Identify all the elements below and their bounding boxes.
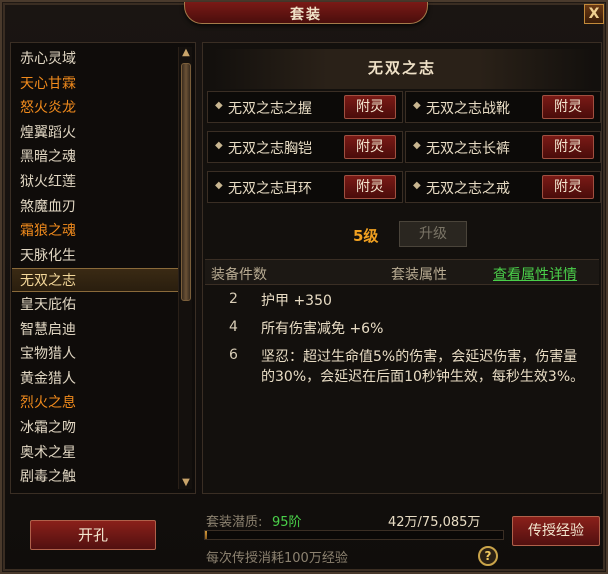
equip-piece-name: 无双之志耳环 bbox=[228, 181, 312, 197]
bonus-piece-count: 2 bbox=[229, 291, 238, 307]
set-list-item[interactable]: 皇天庇佑 bbox=[12, 293, 178, 317]
set-list-item[interactable]: 狱火红莲 bbox=[12, 170, 178, 194]
set-list-item[interactable]: 宝物猎人 bbox=[12, 342, 178, 366]
enchant-button[interactable]: 附灵 bbox=[344, 135, 396, 159]
set-window: 套装 X ▲ ▼ 赤心灵域 天心甘霖 怒火炎龙 煌翼蹈火 黑暗之魂 狱火红莲 煞魔血刃 霜狼之… bbox=[0, 0, 608, 574]
equip-piece: ◆ 无双之志之戒 附灵 bbox=[405, 171, 601, 203]
equip-piece-name: 无双之志胸铠 bbox=[228, 141, 312, 157]
equip-piece: ◆ 无双之志战靴 附灵 bbox=[405, 91, 601, 123]
window-title: 套装 bbox=[290, 7, 322, 23]
bonus-piece-count: 6 bbox=[229, 347, 238, 363]
transfer-cost-text: 每次传授消耗100万经验 bbox=[206, 551, 348, 566]
experience-progress-bar bbox=[204, 530, 504, 540]
set-list-item[interactable]: 赤心灵域 bbox=[12, 47, 178, 71]
diamond-icon: ◆ bbox=[413, 140, 421, 151]
diamond-icon: ◆ bbox=[413, 180, 421, 191]
set-attribute-header: 套装属性 bbox=[391, 267, 447, 283]
set-level: 5级 bbox=[353, 227, 379, 245]
equip-piece: ◆ 无双之志耳环 附灵 bbox=[207, 171, 403, 203]
equip-piece-name: 无双之志之戒 bbox=[426, 181, 510, 197]
enchant-button[interactable]: 附灵 bbox=[344, 175, 396, 199]
set-list-item[interactable]: 奥术之星 bbox=[12, 441, 178, 465]
scrollbar[interactable]: ▲ ▼ bbox=[178, 47, 192, 489]
enchant-button[interactable]: 附灵 bbox=[542, 95, 594, 119]
set-list-item[interactable]: 天脉化生 bbox=[12, 244, 178, 268]
close-button[interactable]: X bbox=[584, 4, 604, 24]
set-list-item[interactable]: 煌翼蹈火 bbox=[12, 121, 178, 145]
open-socket-button[interactable]: 开孔 bbox=[30, 520, 156, 550]
equip-piece-name: 无双之志战靴 bbox=[426, 101, 510, 117]
diamond-icon: ◆ bbox=[215, 180, 223, 191]
level-row: 5级 升级 bbox=[203, 221, 601, 249]
set-name-title: 无双之志 bbox=[367, 59, 436, 77]
set-list-item[interactable]: 无双之志 bbox=[12, 268, 178, 293]
equip-piece-name: 无双之志之握 bbox=[228, 101, 312, 117]
enchant-button[interactable]: 附灵 bbox=[344, 95, 396, 119]
equip-piece: ◆ 无双之志胸铠 附灵 bbox=[207, 131, 403, 163]
scrollbar-thumb[interactable] bbox=[181, 63, 191, 301]
set-list-item[interactable]: 剧毒之触 bbox=[12, 465, 178, 489]
set-list-item[interactable]: 冰霜之吻 bbox=[12, 416, 178, 440]
diamond-icon: ◆ bbox=[413, 100, 421, 111]
attribute-header: 装备件数 套装属性 查看属性详情 bbox=[205, 259, 599, 285]
set-potential-value: 95阶 bbox=[272, 515, 302, 530]
view-attribute-details-link[interactable]: 查看属性详情 bbox=[493, 264, 577, 284]
bonus-description: 所有伤害减免 +6% bbox=[261, 321, 384, 337]
set-list-item[interactable]: 煞魔血刃 bbox=[12, 195, 178, 219]
scroll-down-arrow-icon[interactable]: ▼ bbox=[179, 477, 193, 489]
transfer-experience-button[interactable]: 传授经验 bbox=[512, 516, 600, 546]
set-list-item[interactable]: 天心甘霖 bbox=[12, 72, 178, 96]
set-potential-label: 套装潜质: bbox=[206, 515, 263, 530]
set-list-panel: ▲ ▼ 赤心灵域 天心甘霖 怒火炎龙 煌翼蹈火 黑暗之魂 狱火红莲 煞魔血刃 霜狼之魂 天脉化生… bbox=[10, 42, 196, 494]
upgrade-button[interactable]: 升级 bbox=[399, 221, 467, 247]
equip-piece: ◆ 无双之志之握 附灵 bbox=[207, 91, 403, 123]
diamond-icon: ◆ bbox=[215, 100, 223, 111]
enchant-button[interactable]: 附灵 bbox=[542, 175, 594, 199]
scroll-up-arrow-icon[interactable]: ▲ bbox=[179, 47, 193, 59]
experience-progress-text: 42万/75,085万 bbox=[388, 515, 481, 530]
title-banner: 套装 bbox=[184, 2, 428, 24]
set-detail-panel: 无双之志 ◆ 无双之志之握 附灵 ◆ 无双之志战靴 附灵 ◆ 无双之志胸铠 附灵… bbox=[202, 42, 602, 494]
experience-progress-fill bbox=[205, 531, 207, 539]
bonus-description: 坚忍：超过生命值5%的伤害，会延迟伤害，伤害量的30%，会延迟在后面10秒钟生效… bbox=[261, 349, 585, 385]
set-list-item[interactable]: 智慧启迪 bbox=[12, 318, 178, 342]
equip-piece-name: 无双之志长裤 bbox=[426, 141, 510, 157]
set-list-item[interactable]: 怒火炎龙 bbox=[12, 96, 178, 120]
equip-count-header: 装备件数 bbox=[211, 267, 267, 283]
set-list-item[interactable]: 烈火之息 bbox=[12, 391, 178, 415]
equip-piece: ◆ 无双之志长裤 附灵 bbox=[405, 131, 601, 163]
set-list-item[interactable]: 黄金猎人 bbox=[12, 367, 178, 391]
bonus-piece-count: 4 bbox=[229, 319, 238, 335]
enchant-button[interactable]: 附灵 bbox=[542, 135, 594, 159]
diamond-icon: ◆ bbox=[215, 140, 223, 151]
set-list-item[interactable]: 霜狼之魂 bbox=[12, 219, 178, 243]
set-list-item[interactable]: 黑暗之魂 bbox=[12, 145, 178, 169]
help-icon[interactable]: ? bbox=[478, 546, 498, 566]
bonus-description: 护甲 +350 bbox=[261, 293, 332, 309]
